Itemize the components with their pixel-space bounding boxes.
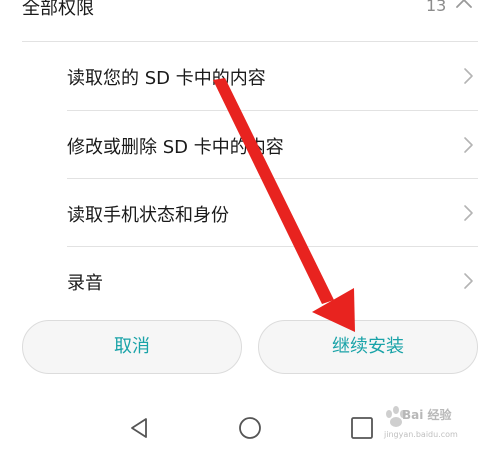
chevron-right-icon bbox=[464, 137, 473, 153]
permission-item-sd-modify[interactable]: 修改或删除 SD 卡中的内容 bbox=[0, 111, 500, 179]
home-circle-icon[interactable] bbox=[237, 415, 263, 441]
all-permissions-header[interactable]: 全部权限 13 bbox=[0, 0, 500, 32]
back-triangle-icon[interactable] bbox=[126, 415, 152, 441]
permission-label: 修改或删除 SD 卡中的内容 bbox=[67, 137, 284, 158]
watermark-subtext: jingyan.baidu.com bbox=[384, 430, 458, 439]
recents-square-icon[interactable] bbox=[349, 415, 375, 441]
continue-install-button[interactable]: 继续安装 bbox=[258, 320, 478, 374]
all-permissions-title: 全部权限 bbox=[22, 0, 94, 19]
permission-count: 13 bbox=[426, 0, 447, 15]
permission-label: 读取您的 SD 卡中的内容 bbox=[67, 68, 266, 89]
chevron-right-icon bbox=[464, 205, 473, 221]
cancel-button[interactable]: 取消 bbox=[22, 320, 242, 374]
chevron-up-icon[interactable] bbox=[453, 0, 475, 15]
permission-label: 读取手机状态和身份 bbox=[67, 205, 229, 226]
install-permissions-screen: 全部权限 13 读取您的 SD 卡中的内容 修改或删除 SD 卡中的内容 读取手… bbox=[0, 0, 500, 456]
permission-label: 录音 bbox=[67, 273, 103, 294]
chevron-right-icon bbox=[464, 273, 473, 289]
watermark-text: Bai 经验 bbox=[402, 408, 452, 422]
permission-item-record-audio[interactable]: 录音 bbox=[0, 247, 500, 315]
chevron-right-icon bbox=[464, 68, 473, 84]
permission-item-phone-state[interactable]: 读取手机状态和身份 bbox=[0, 179, 500, 247]
permission-item-sd-read[interactable]: 读取您的 SD 卡中的内容 bbox=[0, 42, 500, 110]
